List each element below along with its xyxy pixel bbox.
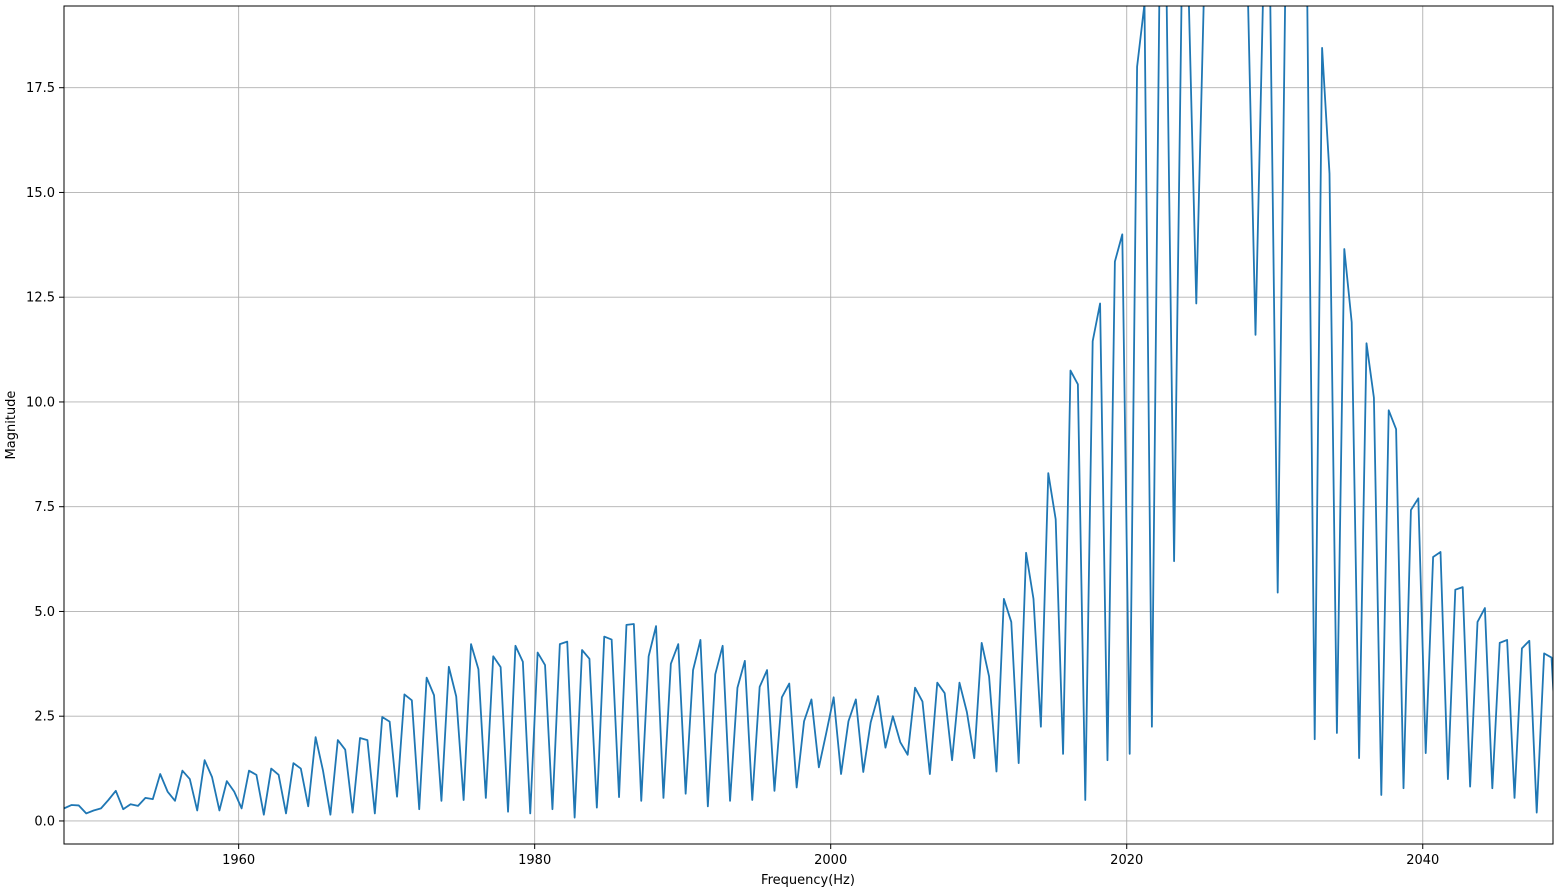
x-tick-label: 1980 [518, 853, 551, 868]
y-tick-label: 10.0 [26, 395, 55, 410]
x-tick-label: 2000 [814, 853, 847, 868]
line-chart: 1960 1980 2000 2020 2040 0.0 2.5 5.0 7.5 10.0 12.… [0, 0, 1562, 891]
y-tick-label: 2.5 [34, 710, 55, 725]
y-tick-label: 12.5 [26, 291, 55, 306]
y-tick-label: 15.0 [26, 186, 55, 201]
y-tick-label: 7.5 [34, 500, 55, 515]
y-tick-label: 0.0 [34, 814, 55, 829]
x-tick-label: 2040 [1406, 853, 1439, 868]
x-tick-label: 1960 [222, 853, 255, 868]
x-axis-label: Frequency(Hz) [761, 873, 855, 888]
x-tick-label: 2020 [1110, 853, 1143, 868]
y-tick-label: 5.0 [34, 605, 55, 620]
y-tick-label: 17.5 [26, 81, 55, 96]
y-axis-label: Magnitude [4, 391, 19, 460]
